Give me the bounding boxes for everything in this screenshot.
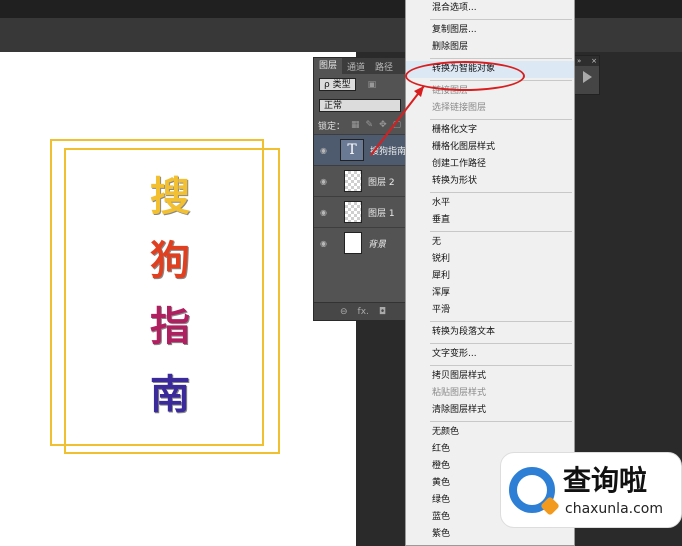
watermark-en: chaxunla.com	[565, 501, 663, 517]
watermark-cn: 查询啦	[563, 464, 648, 497]
search-logo-icon	[509, 467, 555, 513]
watermark: 查询啦 chaxunla.com	[500, 452, 682, 528]
